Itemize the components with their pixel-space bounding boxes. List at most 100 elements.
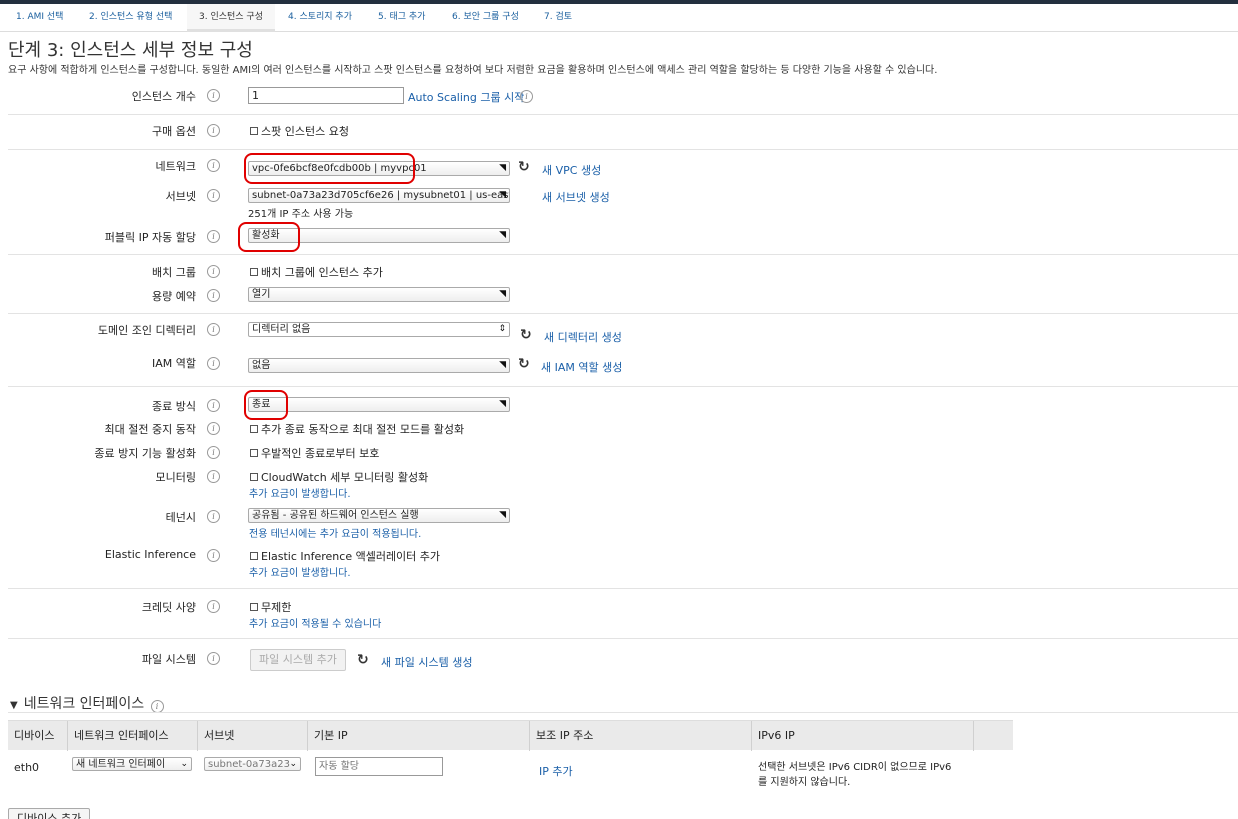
page-description: 요구 사항에 적합하게 인스턴스를 구성합니다. 동일한 AMI의 여러 인스턴… (8, 65, 938, 76)
create-vpc-link[interactable]: 새 VPC 생성 (542, 162, 601, 178)
info-icon[interactable]: i (207, 323, 220, 336)
create-iam-link[interactable]: 새 IAM 역할 생성 (541, 359, 622, 375)
monitoring-label: 모니터링 (155, 471, 196, 484)
network-label: 네트워크 (155, 160, 196, 173)
instance-count-input[interactable]: 1 (248, 87, 404, 104)
termination-text: 우발적인 종료로부터 보호 (261, 447, 380, 460)
capacity-select[interactable]: 열기 ◥ (248, 287, 510, 302)
nic-subnet-select[interactable]: subnet-0a73a23 ⌄ (204, 757, 301, 771)
unlimited-text: 무제한 (261, 601, 292, 614)
step-configure[interactable]: 3. 인스턴스 구성 (187, 4, 275, 32)
col-interface: 네트워크 인터페이스 (68, 721, 198, 751)
annotation-shutdown (244, 390, 288, 420)
annotation-network (244, 153, 415, 184)
add-device-button[interactable]: 디바이스 추가 (8, 808, 91, 819)
checkbox-icon[interactable] (250, 127, 258, 135)
info-icon[interactable]: i (207, 399, 220, 412)
refresh-icon[interactable]: ↻ (520, 327, 532, 343)
info-icon[interactable]: i (207, 189, 220, 202)
chevron-down-icon: ◥ (499, 510, 506, 520)
step-storage[interactable]: 4. 스토리지 추가 (276, 4, 364, 32)
nic-interface-value: 새 네트워크 인터페이 (76, 759, 166, 770)
info-icon[interactable]: i (207, 600, 220, 613)
capacity-label: 용량 예약 (152, 290, 196, 303)
subnet-select[interactable]: subnet-0a73a23d705cf6e26 | mysubnet01 | … (248, 188, 510, 203)
checkbox-icon[interactable] (250, 449, 258, 457)
chevron-down-icon: ◥ (499, 230, 506, 240)
credit-note[interactable]: 추가 요금이 적용될 수 있습니다 (249, 615, 381, 630)
nic-primary-ip-input[interactable] (315, 757, 443, 776)
add-ip-link[interactable]: IP 추가 (539, 763, 573, 779)
elastic-inference-label: Elastic Inference (104, 548, 196, 561)
tenancy-note[interactable]: 전용 테넌시에는 추가 요금이 적용됩니다. (249, 525, 421, 540)
info-icon[interactable]: i (207, 89, 220, 102)
iam-select[interactable]: 없음 ◥ (248, 358, 510, 373)
chevron-down-icon: ◥ (499, 399, 506, 409)
chevron-down-icon: ◥ (499, 289, 506, 299)
placement-group-label: 배치 그룹 (152, 266, 196, 279)
spot-request-checkbox[interactable]: 스팟 인스턴스 요청 (250, 123, 349, 139)
info-icon[interactable]: i (207, 230, 220, 243)
info-icon[interactable]: i (207, 510, 220, 523)
elastic-inference-note[interactable]: 추가 요금이 발생합니다. (249, 564, 351, 579)
checkbox-icon[interactable] (250, 552, 258, 560)
info-icon[interactable]: i (207, 124, 220, 137)
step-instance-type[interactable]: 2. 인스턴스 유형 선택 (77, 4, 184, 32)
domain-select[interactable]: 디렉터리 없음 ⇕ (248, 322, 510, 337)
checkbox-icon[interactable] (250, 603, 258, 611)
col-secondary-ip: 보조 IP 주소 (530, 721, 752, 751)
chevron-down-icon: ⌄ (289, 759, 297, 769)
monitoring-checkbox[interactable]: CloudWatch 세부 모니터링 활성화 (250, 469, 428, 485)
checkbox-icon[interactable] (250, 268, 258, 276)
annotation-public-ip (238, 222, 300, 252)
termination-checkbox[interactable]: 우발적인 종료로부터 보호 (250, 445, 379, 461)
create-directory-link[interactable]: 새 디렉터리 생성 (544, 329, 622, 345)
monitoring-note[interactable]: 추가 요금이 발생합니다. (249, 485, 351, 500)
triangle-down-icon[interactable]: ▼ (10, 700, 18, 711)
checkbox-icon[interactable] (250, 473, 258, 481)
elastic-inference-text: Elastic Inference 액셀러레이터 추가 (261, 550, 441, 563)
refresh-icon[interactable]: ↻ (518, 356, 530, 372)
info-icon[interactable]: i (207, 159, 220, 172)
info-icon[interactable]: i (207, 265, 220, 278)
divider (8, 588, 1238, 589)
refresh-icon[interactable]: ↻ (518, 159, 530, 175)
info-icon[interactable]: i (520, 90, 533, 103)
step-ami[interactable]: 1. AMI 선택 (4, 4, 75, 32)
unlimited-checkbox[interactable]: 무제한 (250, 599, 291, 615)
checkbox-icon[interactable] (250, 425, 258, 433)
divider (8, 712, 1238, 713)
chevron-down-icon: ◥ (499, 190, 506, 200)
nic-interface-select[interactable]: 새 네트워크 인터페이 ⌄ (72, 757, 192, 771)
tenancy-select[interactable]: 공유됨 - 공유된 하드웨어 인스턴스 실행 ◥ (248, 508, 510, 523)
add-filesystem-button[interactable]: 파일 시스템 추가 (250, 649, 346, 671)
step-review[interactable]: 7. 검토 (532, 4, 584, 32)
create-subnet-link[interactable]: 새 서브넷 생성 (542, 189, 610, 205)
step-tags[interactable]: 5. 태그 추가 (366, 4, 437, 32)
capacity-value: 열기 (252, 289, 271, 300)
chevron-down-icon: ⌄ (180, 759, 188, 769)
info-icon[interactable]: i (207, 422, 220, 435)
tenancy-label: 테넌시 (165, 511, 196, 524)
info-icon[interactable]: i (207, 357, 220, 370)
elastic-inference-checkbox[interactable]: Elastic Inference 액셀러레이터 추가 (250, 548, 440, 564)
placement-group-checkbox[interactable]: 배치 그룹에 인스턴스 추가 (250, 264, 383, 280)
auto-scaling-link[interactable]: Auto Scaling 그룹 시작 (408, 89, 524, 105)
shutdown-label: 종료 방식 (152, 400, 196, 413)
info-icon[interactable]: i (207, 446, 220, 459)
info-icon[interactable]: i (207, 549, 220, 562)
divider (8, 114, 1238, 115)
create-filesystem-link[interactable]: 새 파일 시스템 생성 (381, 654, 472, 670)
info-icon[interactable]: i (207, 470, 220, 483)
nic-section-header[interactable]: ▼ 네트워크 인터페이스 i (10, 693, 164, 713)
spot-request-text: 스팟 인스턴스 요청 (261, 125, 349, 138)
nic-subnet-value: subnet-0a73a23 (208, 759, 290, 770)
step-security-group[interactable]: 6. 보안 그룹 구성 (440, 4, 531, 32)
info-icon[interactable]: i (207, 652, 220, 665)
refresh-icon[interactable]: ↻ (357, 652, 369, 668)
hibernate-checkbox[interactable]: 추가 종료 동작으로 최대 절전 모드를 활성화 (250, 421, 464, 437)
info-icon[interactable]: i (207, 289, 220, 302)
hibernate-label: 최대 절전 중지 동작 (104, 423, 196, 436)
credit-label: 크레딧 사양 (141, 601, 196, 614)
domain-label: 도메인 조인 디렉터리 (97, 324, 196, 337)
